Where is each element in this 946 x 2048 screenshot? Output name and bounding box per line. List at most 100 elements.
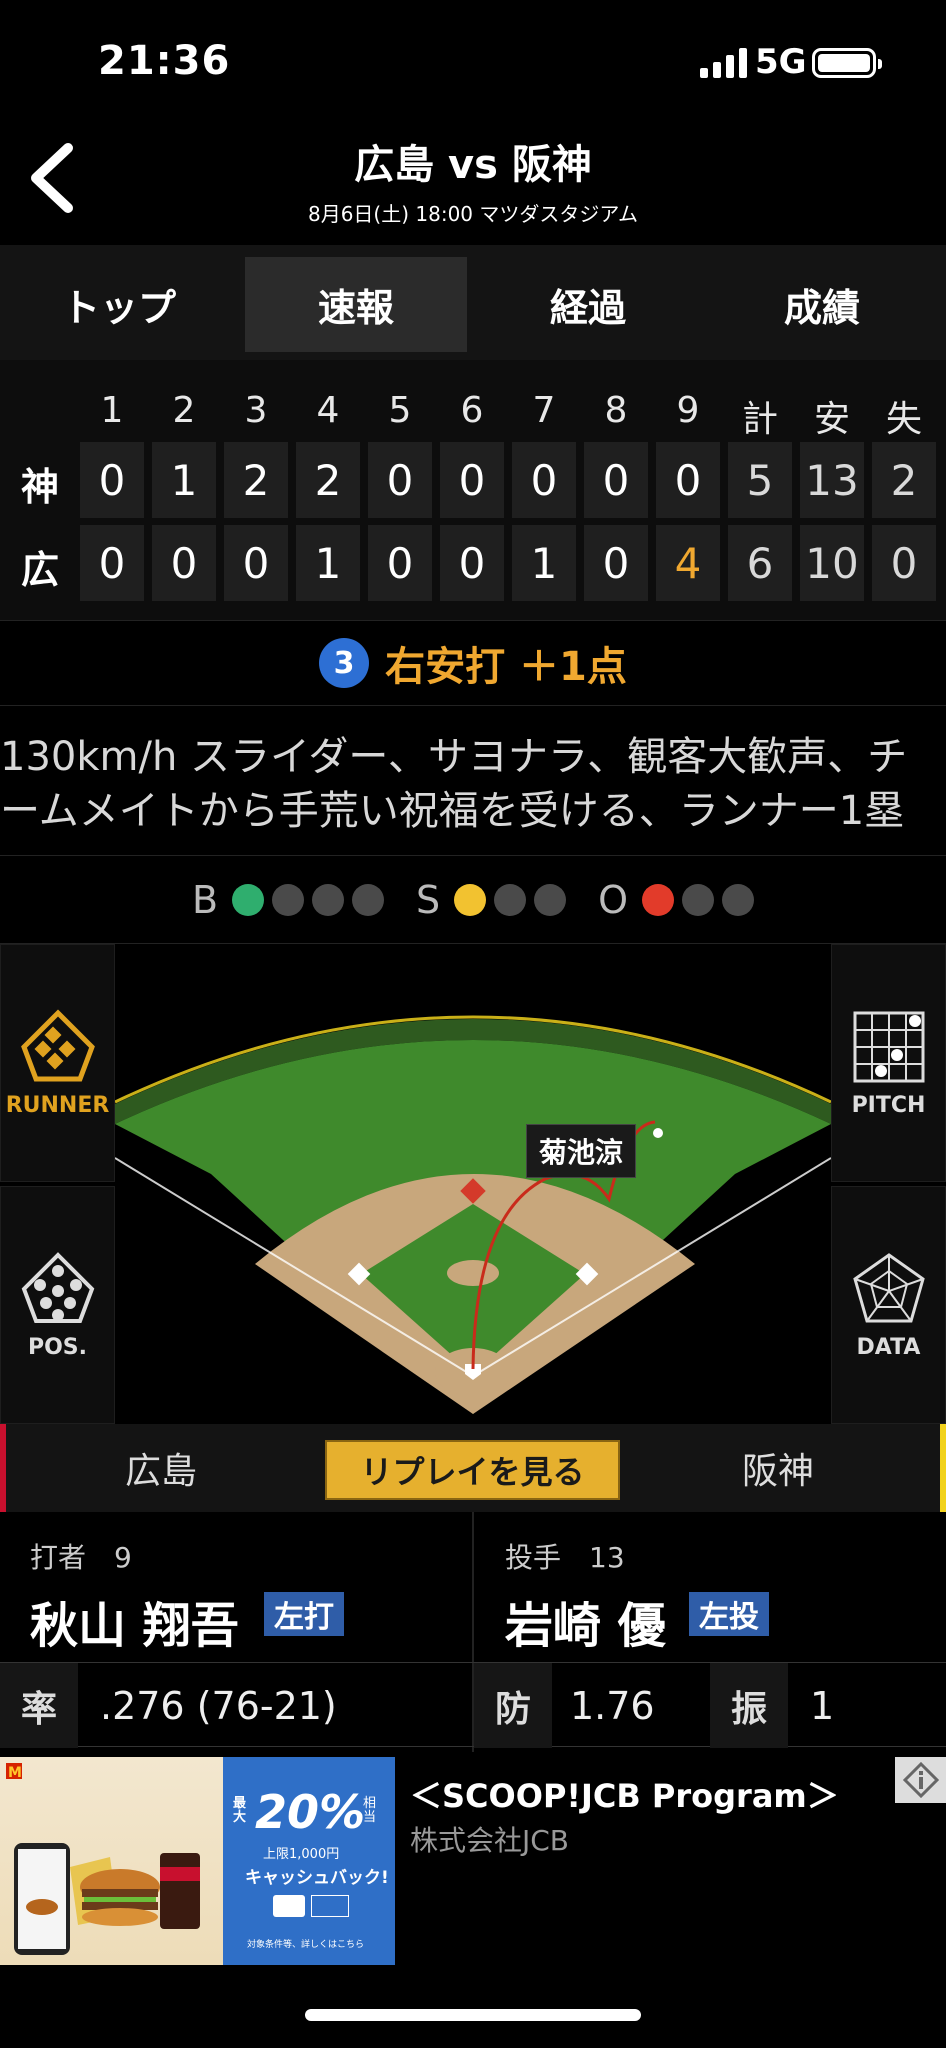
outs-dot (682, 883, 715, 916)
strikes-dot (494, 883, 527, 916)
score-cell: 1 (296, 525, 360, 601)
data-label: DATA (856, 1334, 921, 1360)
baseball-field: 菊池涼 (114, 944, 832, 1424)
batter-name: 秋山 翔吾 (30, 1598, 239, 1654)
balls-dot (272, 883, 305, 916)
play-description: 130km/h スライダー、サヨナラ、観客大歓声、チ ームメイトから手荒い祝福を… (0, 706, 946, 856)
tab-progress[interactable]: 経過 (477, 257, 699, 352)
pitch-grid-icon (853, 1011, 924, 1082)
score-cell: 2 (224, 442, 288, 518)
home-indicator[interactable] (305, 2009, 641, 2021)
promo-cap: 上限1,000円 (263, 1847, 340, 1862)
runner-name-tag: 菊池涼 (526, 1124, 637, 1178)
outs-count: O (598, 877, 755, 922)
pitcher-hand-badge: 左投 (689, 1592, 769, 1636)
score-cell: 13 (800, 442, 864, 518)
play-number-badge: 3 (319, 638, 370, 688)
ad-promo-image: 最大 20% 相当 上限1,000円 キャッシュバック! 対象条件等、詳しくはこ… (223, 1757, 395, 1965)
away-team-tab[interactable]: 阪神 (742, 1424, 814, 1512)
pitcher-name: 岩崎 優 (505, 1598, 666, 1654)
team-label: 神 (20, 465, 59, 509)
pitch-label: PITCH (851, 1092, 926, 1118)
batter-role: 打者 9 (30, 1541, 132, 1574)
inning-header: 7 (532, 390, 556, 431)
status-time: 21:36 (98, 38, 231, 84)
score-cell: 0 (656, 442, 720, 518)
team-bar: 広島 リプレイを見る 阪神 (0, 1424, 946, 1512)
ad-headline[interactable]: ＜SCOOP!JCB Program＞ (410, 1771, 839, 1817)
score-cell: 4 (656, 525, 720, 601)
inning-header: 2 (172, 390, 196, 431)
score-cell: 2 (872, 442, 936, 518)
score-cell: 0 (152, 525, 216, 601)
era-key: 防 (474, 1663, 552, 1748)
balls-dot (312, 883, 345, 916)
score-cell: 6 (728, 525, 792, 601)
ad-food-image: M (0, 1757, 223, 1965)
inning-header: 1 (100, 390, 124, 431)
score-cell: 1 (512, 525, 576, 601)
balls-label: B (191, 877, 219, 922)
promo-note: 対象条件等、詳しくはこちら (247, 1940, 365, 1950)
era-value: 1.76 (570, 1683, 655, 1728)
strikeout-value: 1 (810, 1683, 835, 1728)
battery-icon (812, 48, 882, 78)
score-cell: 0 (80, 525, 144, 601)
ad-info-icon[interactable] (895, 1757, 946, 1803)
balls-count: B (191, 877, 385, 922)
balls-dot (232, 883, 265, 916)
batter-card[interactable]: 打者 9 秋山 翔吾 左打 (0, 1512, 473, 1662)
score-cell: 0 (512, 442, 576, 518)
score-cell: 0 (872, 525, 936, 601)
game-title: 広島 vs 阪神 (354, 142, 592, 188)
inning-header: 5 (388, 390, 412, 431)
promo-small: 最大 (233, 1796, 247, 1825)
strikes-dot (454, 883, 487, 916)
score-cell: 0 (224, 525, 288, 601)
network-label: 5G (755, 42, 807, 82)
position-icon (21, 1251, 94, 1323)
scoop-logo-icon (311, 1895, 349, 1917)
tab-top[interactable]: トップ (8, 257, 230, 352)
position-button[interactable]: POS. (0, 1186, 115, 1424)
tab-stats[interactable]: 成績 (711, 257, 933, 352)
batting-average-value: .276 (76-21) (100, 1683, 337, 1728)
balls-dot (352, 883, 385, 916)
data-button[interactable]: DATA (831, 1186, 946, 1424)
promo-suffix: 相当 (363, 1796, 377, 1825)
player-stats: 率 .276 (76-21) 防 1.76 振 1 (0, 1662, 946, 1748)
inning-header: 9 (676, 390, 700, 431)
tab-bar: トップ 速報 経過 成績 (0, 245, 946, 360)
score-cell: 1 (152, 442, 216, 518)
pitch-button[interactable]: PITCH (831, 944, 946, 1182)
field-diagram (114, 1015, 832, 1414)
strikes-dot (534, 883, 567, 916)
inning-header: 6 (460, 390, 484, 431)
replay-button[interactable]: リプレイを見る (325, 1440, 620, 1500)
tab-live[interactable]: 速報 (245, 257, 467, 352)
strikes-count: S (416, 877, 567, 922)
away-team-color (940, 1424, 946, 1512)
score-cell: 5 (728, 442, 792, 518)
scoreboard: 1 2 3 4 5 6 7 8 9 計安失神 0 1 2 2 0 0 0 0 0 5 13 2 広 0 0 0 1 0 0 1 0 4 6 10 0 (0, 360, 946, 620)
strikes-label: S (416, 877, 441, 922)
runner-label: RUNNER (5, 1092, 110, 1118)
ball-count: BSO (0, 856, 946, 944)
score-cell: 10 (800, 525, 864, 601)
signal-icon (700, 46, 747, 78)
home-team-color (0, 1424, 6, 1512)
burger-image: M (6, 1763, 200, 1955)
pitcher-card[interactable]: 投手 13 岩崎 優 左投 (473, 1512, 946, 1662)
score-cell: 0 (584, 525, 648, 601)
outs-label: O (598, 877, 629, 922)
runner-button[interactable]: RUNNER (0, 944, 115, 1182)
inning-header: 3 (244, 390, 268, 431)
ad-sponsor: 株式会社JCB (410, 1824, 570, 1857)
advertisement[interactable]: M 最大 20% 相当 上限1,000円 キャッシュバック! 対象条件等、詳しく… (0, 1757, 946, 1967)
home-team-tab[interactable]: 広島 (125, 1424, 197, 1512)
position-label: POS. (27, 1334, 88, 1360)
inning-header: 安 (813, 399, 850, 440)
status-bar: 21:36 5G (0, 0, 946, 120)
inning-header: 失 (885, 399, 922, 440)
score-cell: 0 (440, 442, 504, 518)
